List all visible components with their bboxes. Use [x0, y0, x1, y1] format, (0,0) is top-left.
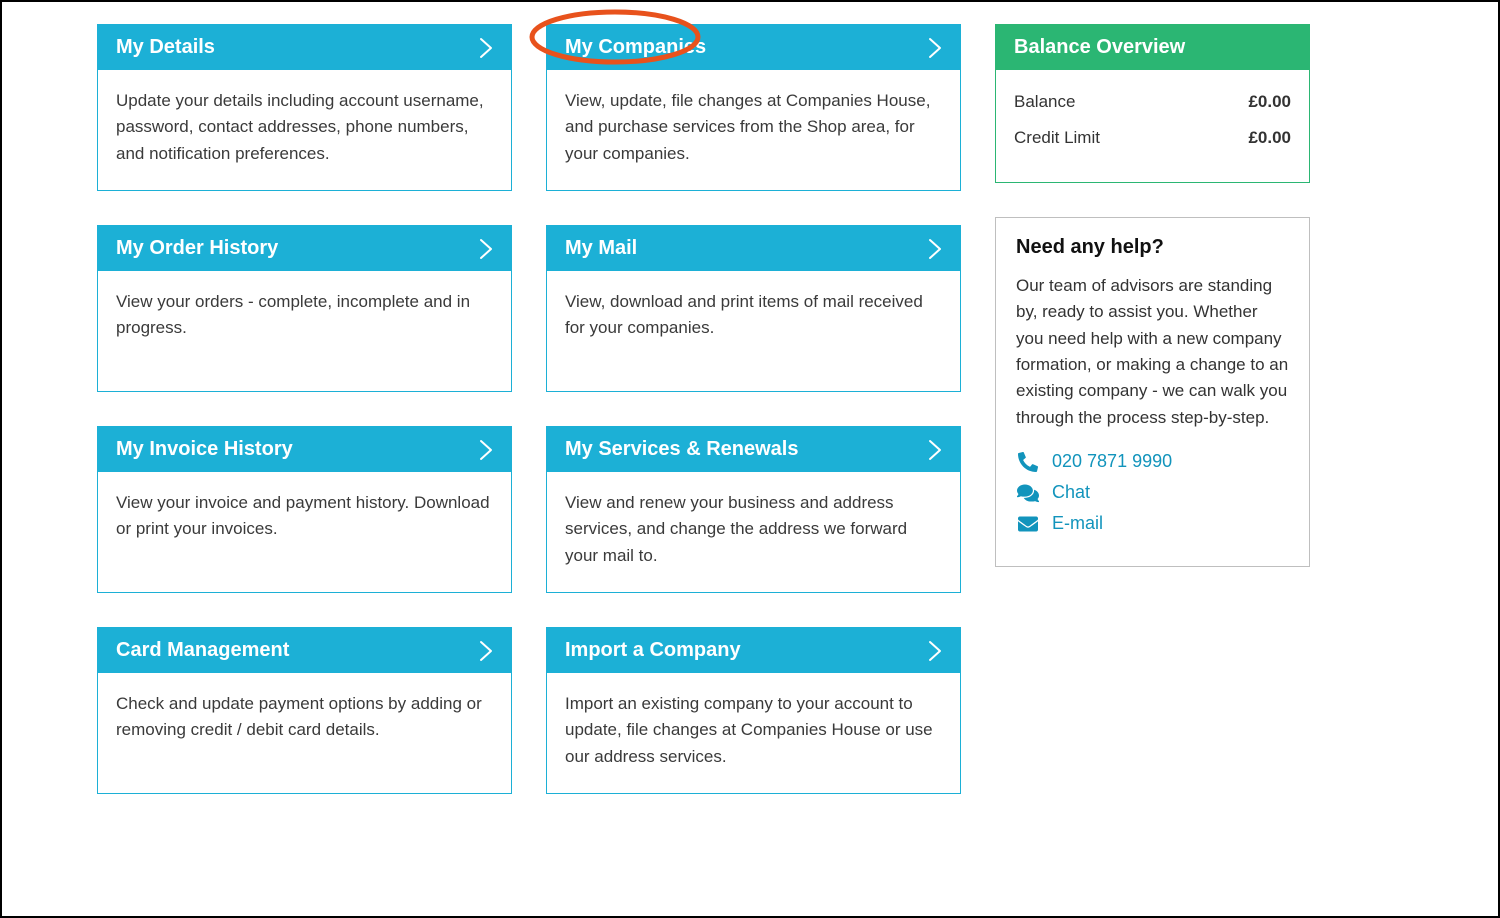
- my-details-header[interactable]: My Details: [98, 25, 511, 70]
- my-services-header[interactable]: My Services & Renewals: [547, 427, 960, 472]
- balance-overview-card: Balance Overview Balance £0.00 Credit Li…: [995, 24, 1310, 183]
- phone-icon: [1016, 452, 1040, 472]
- credit-limit-value: £0.00: [1248, 128, 1291, 148]
- chevron-right-icon: [928, 37, 942, 59]
- card-management-desc: Check and update payment options by addi…: [98, 673, 511, 793]
- chevron-right-icon: [479, 37, 493, 59]
- my-details-title: My Details: [116, 36, 215, 59]
- my-services-card: My Services & Renewals View and renew yo…: [546, 426, 961, 593]
- help-email-link[interactable]: E-mail: [1016, 513, 1289, 534]
- import-company-card: Import a Company Import an existing comp…: [546, 627, 961, 794]
- import-company-header[interactable]: Import a Company: [547, 628, 960, 673]
- card-management-card: Card Management Check and update payment…: [97, 627, 512, 794]
- my-invoice-history-title: My Invoice History: [116, 438, 293, 461]
- my-invoice-history-desc: View your invoice and payment history. D…: [98, 472, 511, 592]
- my-companies-card: My Companies View, update, file changes …: [546, 24, 961, 191]
- chevron-right-icon: [479, 640, 493, 662]
- chevron-right-icon: [928, 439, 942, 461]
- column-3: Balance Overview Balance £0.00 Credit Li…: [995, 24, 1310, 567]
- chevron-right-icon: [479, 238, 493, 260]
- import-company-title: Import a Company: [565, 639, 741, 662]
- balance-overview-body: Balance £0.00 Credit Limit £0.00: [996, 70, 1309, 182]
- my-companies-desc: View, update, file changes at Companies …: [547, 70, 960, 190]
- my-order-history-desc: View your orders - complete, incomplete …: [98, 271, 511, 391]
- my-order-history-header[interactable]: My Order History: [98, 226, 511, 271]
- balance-row: Balance £0.00: [1014, 84, 1291, 120]
- help-card: Need any help? Our team of advisors are …: [995, 217, 1310, 567]
- credit-limit-label: Credit Limit: [1014, 128, 1100, 148]
- help-title: Need any help?: [1016, 236, 1289, 259]
- my-invoice-history-card: My Invoice History View your invoice and…: [97, 426, 512, 593]
- my-details-card: My Details Update your details including…: [97, 24, 512, 191]
- column-1: My Details Update your details including…: [97, 24, 512, 794]
- help-chat-link[interactable]: Chat: [1016, 482, 1289, 503]
- help-phone-text: 020 7871 9990: [1052, 451, 1172, 472]
- my-invoice-history-header[interactable]: My Invoice History: [98, 427, 511, 472]
- email-icon: [1016, 516, 1040, 532]
- my-mail-header[interactable]: My Mail: [547, 226, 960, 271]
- help-body: Our team of advisors are standing by, re…: [1016, 273, 1289, 431]
- my-mail-card: My Mail View, download and print items o…: [546, 225, 961, 392]
- card-management-header[interactable]: Card Management: [98, 628, 511, 673]
- column-2: My Companies View, update, file changes …: [546, 24, 961, 794]
- chevron-right-icon: [928, 640, 942, 662]
- my-services-title: My Services & Renewals: [565, 438, 798, 461]
- balance-label: Balance: [1014, 92, 1075, 112]
- help-chat-text: Chat: [1052, 482, 1090, 503]
- help-phone-link[interactable]: 020 7871 9990: [1016, 451, 1289, 472]
- my-companies-title: My Companies: [565, 36, 706, 59]
- balance-overview-title: Balance Overview: [1014, 36, 1291, 59]
- my-mail-desc: View, download and print items of mail r…: [547, 271, 960, 391]
- my-order-history-card: My Order History View your orders - comp…: [97, 225, 512, 392]
- chevron-right-icon: [928, 238, 942, 260]
- my-order-history-title: My Order History: [116, 237, 278, 260]
- chat-icon: [1016, 483, 1040, 503]
- balance-overview-header: Balance Overview: [996, 25, 1309, 70]
- import-company-desc: Import an existing company to your accou…: [547, 673, 960, 793]
- credit-limit-row: Credit Limit £0.00: [1014, 120, 1291, 156]
- help-email-text: E-mail: [1052, 513, 1103, 534]
- my-mail-title: My Mail: [565, 237, 637, 260]
- my-details-desc: Update your details including account us…: [98, 70, 511, 190]
- my-services-desc: View and renew your business and address…: [547, 472, 960, 592]
- card-management-title: Card Management: [116, 639, 289, 662]
- chevron-right-icon: [479, 439, 493, 461]
- my-companies-header[interactable]: My Companies: [547, 25, 960, 70]
- dashboard-grid: My Details Update your details including…: [97, 24, 1403, 794]
- balance-value: £0.00: [1248, 92, 1291, 112]
